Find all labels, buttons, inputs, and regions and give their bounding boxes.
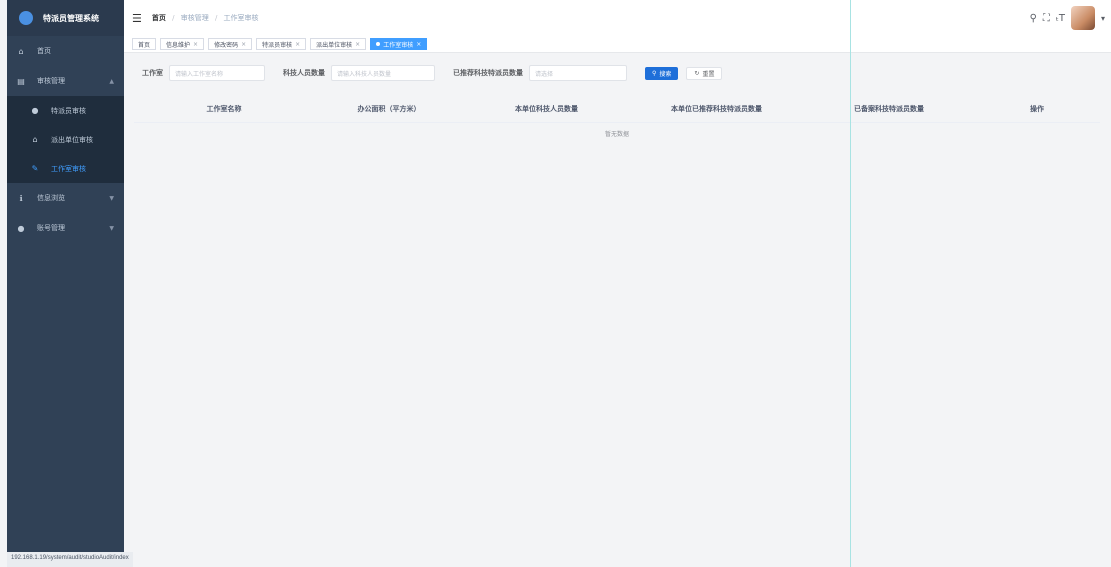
- sidebar-item-specialist-audit[interactable]: ● 特派员审核: [7, 96, 124, 125]
- sidebar-item-unit-audit[interactable]: ⌂ 派出单位审核: [7, 125, 124, 154]
- search-icon[interactable]: ⚲: [1030, 13, 1037, 24]
- chevron-down-icon: ▼: [109, 194, 114, 202]
- navbar-tools: ⚲ ⛶ ₜT ▾: [1030, 6, 1105, 30]
- chevron-up-icon: ▲: [109, 77, 114, 85]
- input-placeholder: 请输入科技人员数量: [337, 70, 392, 78]
- tag-label: 修改密码: [214, 41, 239, 49]
- sidebar-item-studio-audit[interactable]: ✎ 工作室审核: [7, 154, 124, 183]
- logo-icon: [19, 11, 33, 25]
- sidebar-item-audit[interactable]: ▤ 审核管理 ▲: [7, 66, 124, 96]
- close-icon[interactable]: ×: [355, 41, 360, 48]
- main-content: 工作室 请输入工作室名称 科技人员数量 请输入科技人员数量 已推荐科技特派员数量…: [124, 53, 1111, 567]
- input-placeholder: 请选择: [535, 70, 554, 78]
- home-icon: ⌂: [18, 46, 24, 56]
- refresh-icon: ↻: [694, 69, 700, 77]
- tag-home[interactable]: 首页: [132, 38, 157, 50]
- column-header: 本单位科技人员数量: [515, 104, 578, 113]
- search-button[interactable]: ⚲ 搜索: [645, 66, 679, 80]
- info-icon: ℹ: [19, 193, 23, 203]
- breadcrumb-separator: /: [172, 14, 175, 22]
- sidebar-item-label: 特派员审核: [51, 106, 86, 115]
- tag-label: 特派员审核: [262, 41, 293, 49]
- tag-unit-audit[interactable]: 派出单位审核 ×: [310, 38, 367, 50]
- recommended-count-select[interactable]: 请选择: [529, 65, 627, 81]
- avatar[interactable]: [1070, 6, 1095, 30]
- column-header: 操作: [1030, 104, 1044, 113]
- sidebar-item-label: 账号管理: [37, 224, 65, 232]
- building-icon: ⌂: [32, 135, 38, 144]
- tags-view: 首页 信息维护 × 修改密码 × 特派员审核 × 派出单位审核 × 工作室审核 …: [124, 36, 1111, 53]
- sidebar-item-account[interactable]: ● 账号管理 ▼: [7, 213, 124, 243]
- sidebar-item-label: 审核管理: [37, 77, 65, 85]
- sidebar-item-home[interactable]: ⌂ 首页: [7, 36, 124, 66]
- sidebar-item-info-browse[interactable]: ℹ 信息浏览 ▼: [7, 183, 124, 213]
- search-icon: ⚲: [652, 69, 657, 77]
- tag-specialist-audit[interactable]: 特派员审核 ×: [256, 38, 307, 50]
- reset-button[interactable]: ↻ 重置: [686, 66, 723, 80]
- tag-label: 派出单位审核: [316, 41, 353, 49]
- tag-studio-audit[interactable]: 工作室审核 ×: [370, 38, 428, 50]
- fullscreen-icon[interactable]: ⛶: [1043, 13, 1050, 24]
- sidebar-item-label: 派出单位审核: [51, 135, 93, 144]
- breadcrumb-level2: 审核管理: [180, 14, 209, 22]
- input-placeholder: 请输入工作室名称: [175, 70, 224, 78]
- breadcrumb-current: 工作室审核: [223, 14, 259, 22]
- sidebar-submenu: ● 特派员审核 ⌂ 派出单位审核 ✎ 工作室审核: [7, 96, 124, 183]
- guide-line: [850, 0, 851, 567]
- column-header: 办公面积（平方米）: [357, 104, 421, 113]
- close-icon[interactable]: ×: [416, 41, 421, 48]
- empty-state: 暂无数据: [604, 131, 629, 138]
- sidebar: 特派员管理系统 ⌂ 首页 ▤ 审核管理 ▲ ● 特派员审核 ⌂ 派出单位审核 ✎…: [7, 0, 124, 552]
- app-title: 特派员管理系统: [43, 13, 99, 23]
- sidebar-logo[interactable]: 特派员管理系统: [7, 0, 124, 36]
- active-dot-icon: [376, 42, 381, 46]
- tag-label: 信息维护: [166, 41, 191, 49]
- audit-icon: ▤: [17, 76, 25, 86]
- breadcrumb-home[interactable]: 首页: [152, 14, 166, 22]
- account-icon: ●: [17, 223, 25, 233]
- chevron-down-icon: ▼: [109, 224, 114, 232]
- tag-change-password[interactable]: 修改密码 ×: [208, 38, 253, 50]
- search-form: 工作室 请输入工作室名称 科技人员数量 请输入科技人员数量 已推荐科技特派员数量…: [142, 65, 723, 81]
- column-header: 工作室名称: [206, 104, 242, 113]
- staff-count-label: 科技人员数量: [283, 69, 325, 77]
- navbar: ☰ 首页 / 审核管理 / 工作室审核 ⚲ ⛶ ₜT ▾: [124, 0, 1111, 36]
- tag-info-maintain[interactable]: 信息维护 ×: [160, 38, 205, 50]
- status-bar-url: 192.168.1.19/system/audit/studioAudit/in…: [7, 552, 133, 567]
- sidebar-item-label: 工作室审核: [51, 164, 86, 173]
- column-header: 已备案科技特派员数量: [854, 104, 924, 113]
- user-icon: ●: [31, 106, 39, 115]
- close-icon[interactable]: ×: [193, 41, 198, 48]
- caret-down-icon[interactable]: ▾: [1101, 14, 1105, 23]
- font-size-icon[interactable]: ₜT: [1056, 13, 1065, 24]
- recommended-count-label: 已推荐科技特派员数量: [453, 69, 523, 77]
- edit-icon: ✎: [31, 164, 39, 173]
- studio-label: 工作室: [142, 69, 163, 77]
- search-button-label: 搜索: [659, 70, 672, 78]
- close-icon[interactable]: ×: [241, 41, 246, 48]
- app-root: 特派员管理系统 ⌂ 首页 ▤ 审核管理 ▲ ● 特派员审核 ⌂ 派出单位审核 ✎…: [0, 0, 1111, 567]
- sidebar-item-label: 信息浏览: [37, 194, 65, 202]
- table-header: 工作室名称 办公面积（平方米） 本单位科技人员数量 本单位已推荐科技特派员数量 …: [134, 95, 1100, 123]
- column-header: 本单位已推荐科技特派员数量: [671, 104, 762, 113]
- hamburger-icon[interactable]: ☰: [132, 12, 142, 25]
- studio-table: 工作室名称 办公面积（平方米） 本单位科技人员数量 本单位已推荐科技特派员数量 …: [134, 95, 1100, 138]
- close-icon[interactable]: ×: [295, 41, 300, 48]
- breadcrumb: 首页 / 审核管理 / 工作室审核: [152, 13, 259, 23]
- tag-label: 首页: [138, 41, 151, 49]
- studio-name-input[interactable]: 请输入工作室名称: [169, 65, 265, 81]
- breadcrumb-separator: /: [214, 14, 218, 22]
- staff-count-input[interactable]: 请输入科技人员数量: [331, 65, 435, 81]
- reset-button-label: 重置: [702, 70, 715, 78]
- tag-label: 工作室审核: [383, 41, 414, 49]
- sidebar-item-label: 首页: [37, 47, 51, 55]
